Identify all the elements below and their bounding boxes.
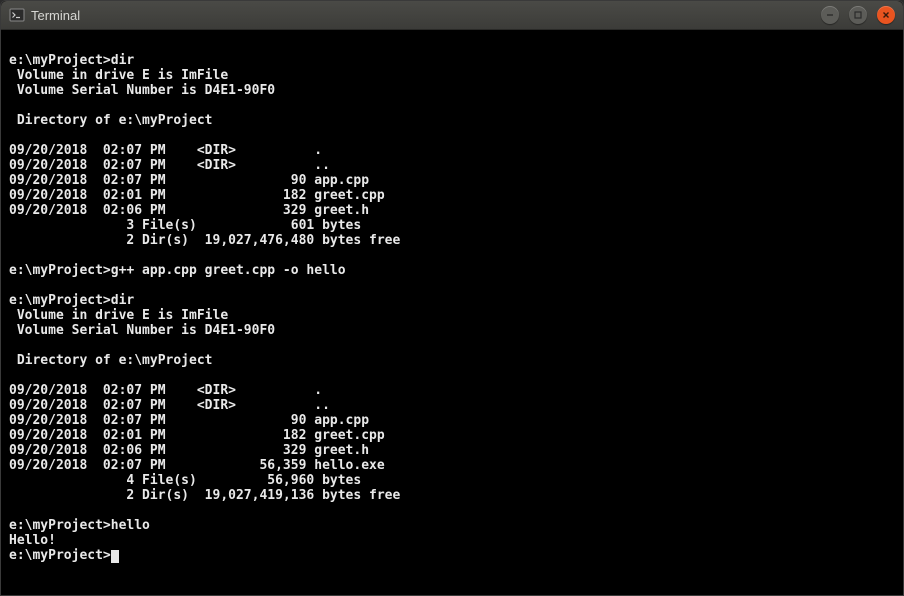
terminal-output[interactable]: e:\myProject>dir Volume in drive E is Im… <box>9 38 895 563</box>
titlebar[interactable]: Terminal <box>1 1 903 30</box>
terminal-icon <box>9 7 25 23</box>
window-controls <box>821 6 895 24</box>
terminal-window: Terminal e:\myProject>dir Volume in driv… <box>0 0 904 596</box>
cursor <box>111 550 119 563</box>
terminal-body[interactable]: e:\myProject>dir Volume in drive E is Im… <box>1 30 903 595</box>
minimize-button[interactable] <box>821 6 839 24</box>
maximize-button[interactable] <box>849 6 867 24</box>
close-button[interactable] <box>877 6 895 24</box>
window-title: Terminal <box>31 8 821 23</box>
